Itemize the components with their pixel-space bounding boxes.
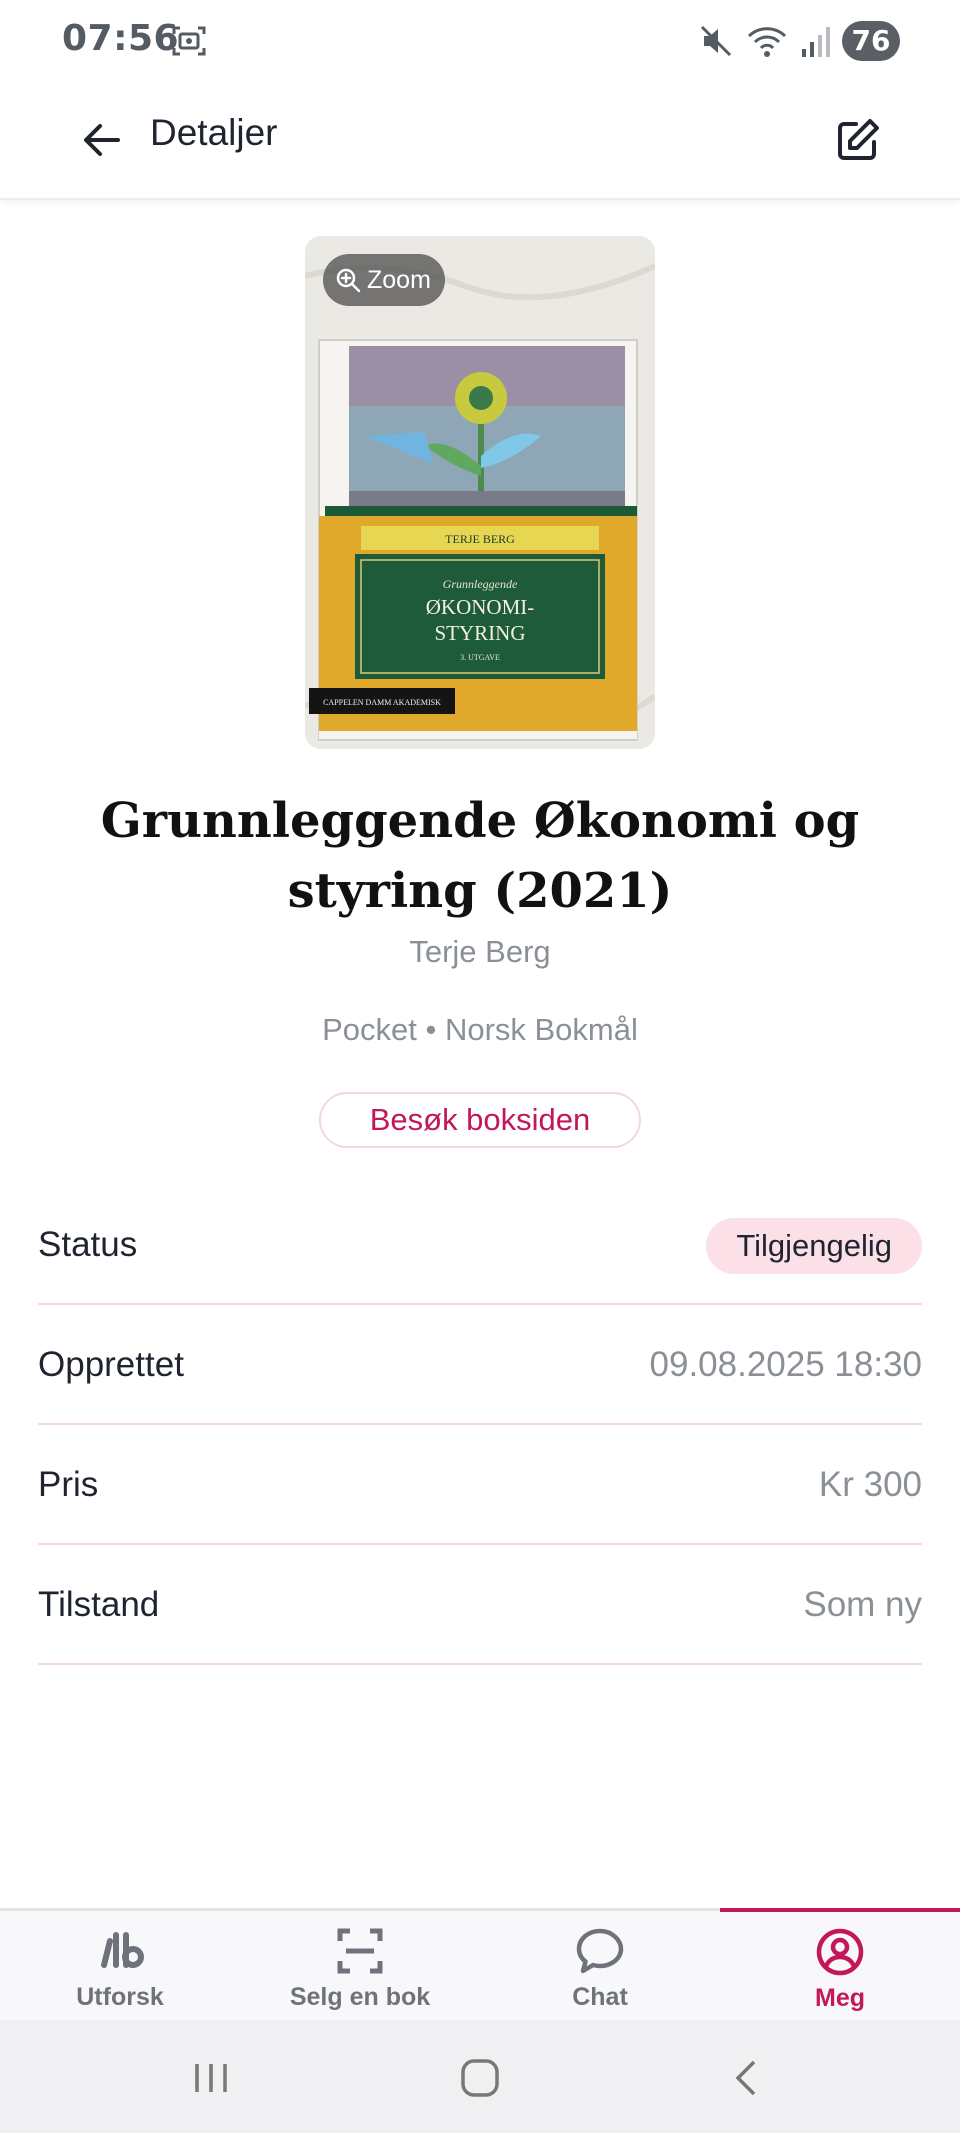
cover-title-line2: STYRING bbox=[434, 621, 525, 645]
book-author: Terje Berg bbox=[409, 934, 551, 969]
recent-apps-button[interactable] bbox=[181, 2048, 241, 2108]
book-cover-photo: TERJE BERG Grunnleggende ØKONOMI- STYRIN… bbox=[305, 236, 655, 749]
detail-row-price: Pris Kr 300 bbox=[38, 1425, 922, 1545]
system-navigation-bar bbox=[0, 2020, 960, 2133]
nav-item-selg-en-bok[interactable]: Selg en bok bbox=[240, 1911, 480, 2023]
top-app-bar: Detaljer bbox=[0, 82, 960, 200]
detail-row-status: Status Tilgjengelig bbox=[38, 1185, 922, 1305]
cover-author-text: TERJE BERG bbox=[445, 532, 515, 546]
screenshot-icon bbox=[172, 26, 206, 56]
condition-label: Tilstand bbox=[38, 1585, 160, 1624]
recent-apps-icon bbox=[195, 2064, 227, 2092]
edit-icon bbox=[838, 119, 879, 160]
book-cover-image[interactable]: TERJE BERG Grunnleggende ØKONOMI- STYRIN… bbox=[305, 236, 655, 749]
nav-item-chat[interactable]: Chat bbox=[480, 1911, 720, 2023]
nav-item-meg[interactable]: Meg bbox=[720, 1908, 960, 2020]
cover-edition-text: 3. UTGAVE bbox=[460, 653, 500, 662]
back-button[interactable] bbox=[70, 108, 134, 172]
nav-label-chat: Chat bbox=[572, 1983, 628, 2011]
book-meta: Pocket • Norsk Bokmål bbox=[322, 1012, 638, 1047]
page-title: Detaljer bbox=[150, 112, 278, 153]
chat-bubble-icon bbox=[576, 1928, 624, 1974]
home-icon bbox=[461, 2059, 499, 2097]
detail-row-condition: Tilstand Som ny bbox=[38, 1545, 922, 1665]
cover-publisher-text: CAPPELEN DAMM AKADEMISK bbox=[323, 698, 441, 707]
edit-button[interactable] bbox=[826, 108, 890, 172]
scan-icon bbox=[337, 1928, 383, 1974]
profile-icon bbox=[816, 1928, 864, 1976]
created-label: Opprettet bbox=[38, 1345, 184, 1384]
home-button[interactable] bbox=[450, 2048, 510, 2108]
status-time: 07:56 bbox=[62, 18, 180, 59]
status-badge: Tilgjengelig bbox=[706, 1218, 922, 1274]
detail-row-created: Opprettet 09.08.2025 18:30 bbox=[38, 1305, 922, 1425]
signal-icon bbox=[802, 27, 830, 57]
logo-icon bbox=[101, 1932, 144, 1968]
created-value: 09.08.2025 18:30 bbox=[649, 1345, 922, 1384]
visit-book-page-button[interactable]: Besøk boksiden bbox=[319, 1092, 641, 1148]
zoom-in-icon bbox=[336, 268, 361, 293]
book-title: Grunnleggende Økonomi og styring (2021) bbox=[100, 793, 860, 919]
nav-item-utforsk[interactable]: Utforsk bbox=[0, 1911, 240, 2023]
condition-value: Som ny bbox=[803, 1585, 922, 1624]
wifi-icon bbox=[747, 27, 787, 57]
status-label: Status bbox=[38, 1225, 138, 1264]
details-list: Status Tilgjengelig Opprettet 09.08.2025… bbox=[38, 1185, 922, 1665]
bottom-navigation: Utforsk Selg en bok Chat Meg bbox=[0, 1908, 960, 2020]
status-bar: 07:56 76 bbox=[0, 0, 960, 82]
system-back-button[interactable] bbox=[718, 2048, 778, 2108]
zoom-button[interactable]: Zoom bbox=[323, 254, 445, 306]
nav-label-selg-en-bok: Selg en bok bbox=[289, 1983, 431, 2011]
mute-icon bbox=[700, 25, 732, 57]
chevron-left-icon bbox=[735, 2060, 756, 2096]
nav-label-utforsk: Utforsk bbox=[76, 1983, 164, 2011]
cover-kicker-text: Grunnleggende bbox=[443, 577, 518, 591]
battery-icon: 76 bbox=[842, 21, 900, 61]
nav-label-meg: Meg bbox=[815, 1984, 865, 2012]
price-value: Kr 300 bbox=[818, 1465, 922, 1504]
status-icons: 76 bbox=[698, 18, 900, 64]
zoom-label: Zoom bbox=[367, 265, 431, 294]
cover-title-line1: ØKONOMI- bbox=[426, 595, 535, 619]
arrow-left-icon bbox=[84, 124, 120, 156]
price-label: Pris bbox=[38, 1465, 99, 1504]
